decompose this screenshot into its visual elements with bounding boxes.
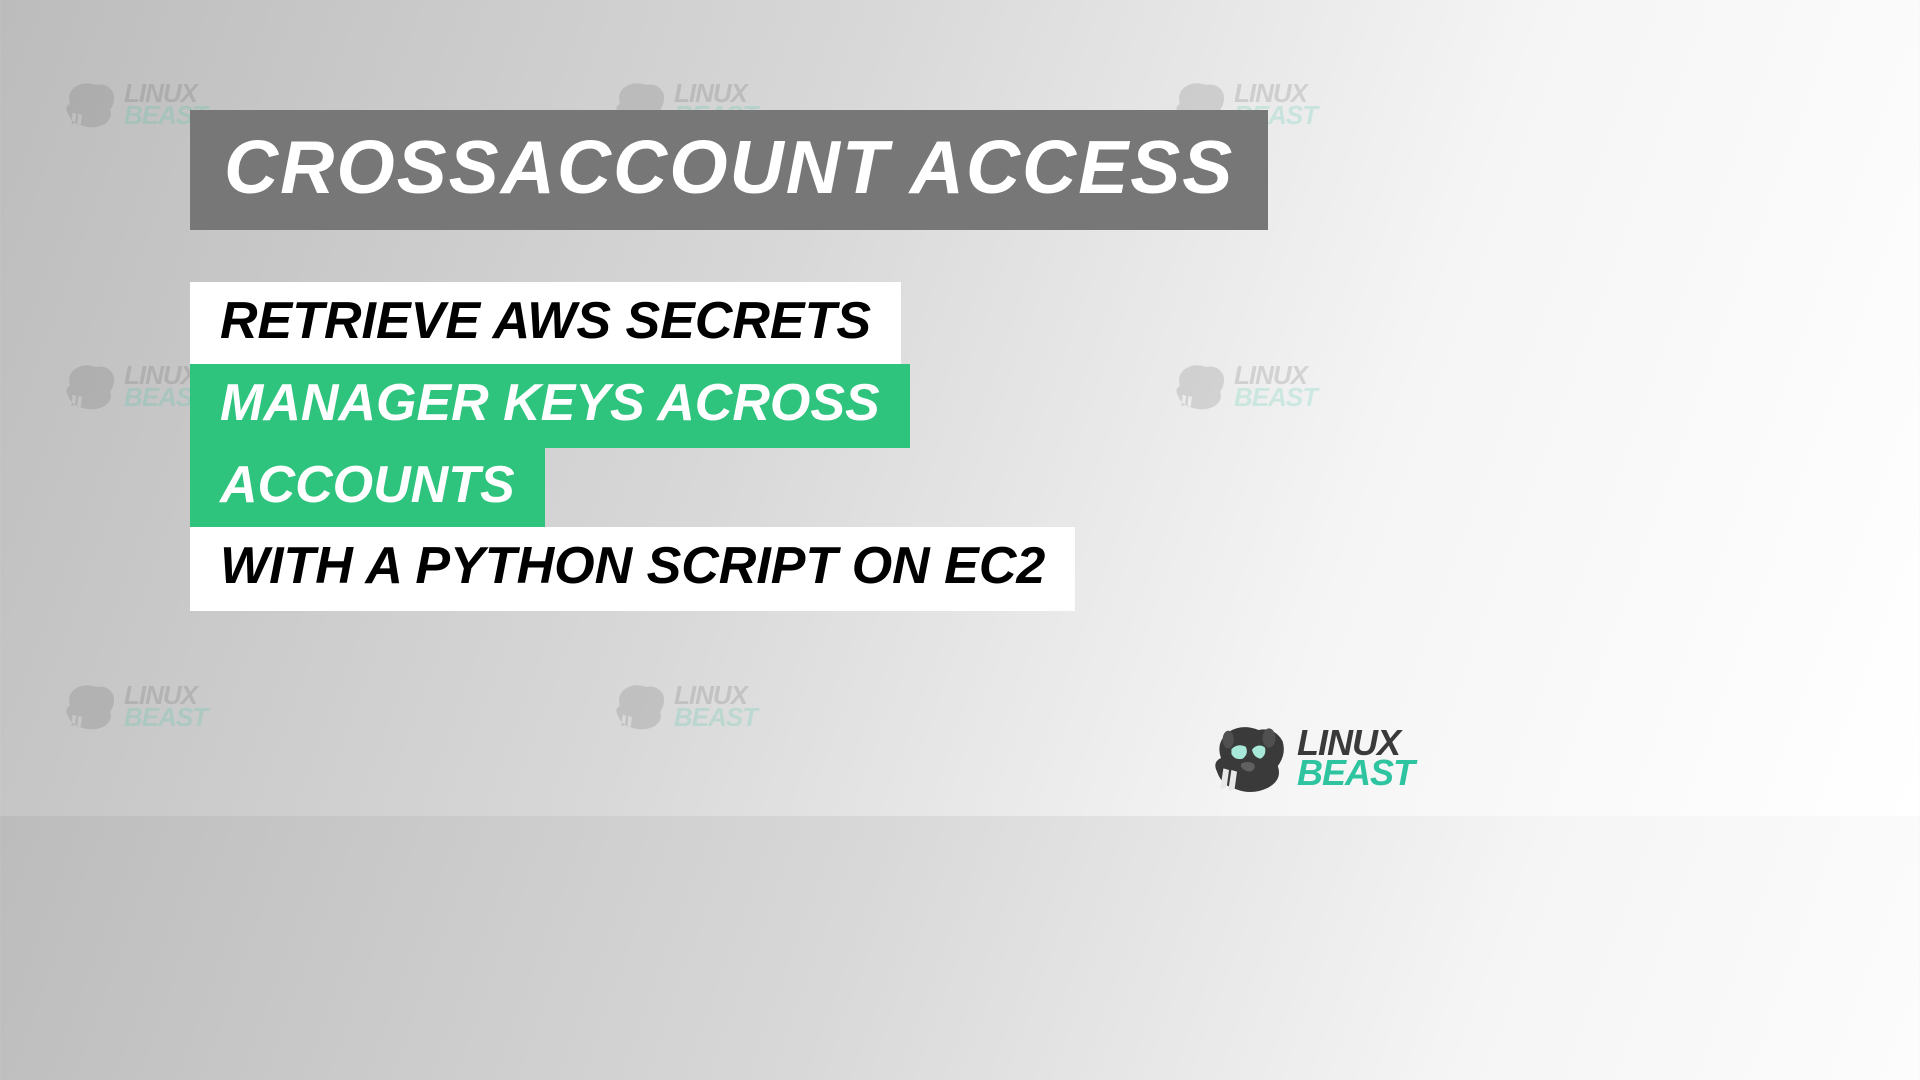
content-block: CROSSACCOUNT ACCESS RETRIEVE AWS SECRETS… xyxy=(190,110,1268,611)
watermark-logo: LINUXBEAST xyxy=(60,78,207,130)
line-4: WITH A PYTHON SCRIPT ON EC2 xyxy=(190,527,1075,611)
watermark-logo: LINUXBEAST xyxy=(60,360,207,412)
watermark-text: LINUXBEAST xyxy=(674,684,757,728)
line-1: RETRIEVE AWS SECRETS xyxy=(190,282,901,366)
beast-mascot-icon xyxy=(1207,722,1291,794)
watermark-logo: LINUXBEAST xyxy=(610,680,757,732)
line-2: MANAGER KEYS ACROSS xyxy=(190,364,910,448)
watermark-text: LINUXBEAST xyxy=(124,684,207,728)
line-3: ACCOUNTS xyxy=(190,446,545,530)
brand-logo: LINUX BEAST xyxy=(1207,722,1414,794)
watermark-logo: LINUXBEAST xyxy=(60,680,207,732)
brand-text: LINUX BEAST xyxy=(1297,728,1414,787)
slide-title: CROSSACCOUNT ACCESS xyxy=(190,110,1268,230)
